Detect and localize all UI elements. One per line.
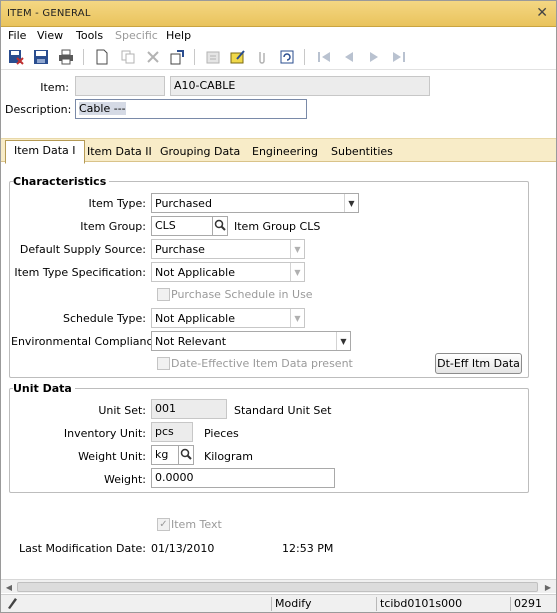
purchase-schedule-label: Purchase Schedule in Use (171, 288, 313, 301)
weight-field[interactable]: 0.0000 (151, 468, 335, 488)
item-text-checkbox: ✓ (157, 518, 170, 531)
last-modification-date: 01/13/2010 (151, 542, 215, 555)
description-field[interactable]: Cable --- (75, 99, 307, 119)
characteristics-title: Characteristics (13, 175, 110, 188)
schedule-type-label: Schedule Type: (62, 312, 146, 325)
env-compliance-value: Not Relevant (155, 335, 227, 348)
item-group-label: Item Group: (80, 220, 146, 233)
description-label: Description: (5, 103, 72, 116)
env-compliance-label: Environmental Compliance: (11, 335, 163, 348)
print-icon[interactable] (57, 48, 75, 66)
unit-set-label: Unit Set: (98, 404, 146, 417)
purchase-schedule-checkbox (157, 288, 170, 301)
tab-engineering[interactable]: Engineering (244, 143, 326, 163)
date-effective-checkbox (157, 357, 170, 370)
chevron-down-icon[interactable]: ▼ (290, 263, 304, 281)
weight-unit-description: Kilogram (204, 450, 254, 463)
search-icon (214, 219, 226, 231)
scroll-left-icon[interactable]: ◀ (3, 581, 15, 593)
type-spec-label: Item Type Specification: (14, 266, 146, 279)
schedule-type-select[interactable]: Not Applicable ▼ (151, 308, 305, 328)
unit-set-field: 001 (151, 399, 227, 419)
supply-source-select[interactable]: Purchase ▼ (151, 239, 305, 259)
scroll-right-icon[interactable]: ▶ (542, 581, 554, 593)
save-and-close-icon[interactable] (7, 48, 25, 66)
type-spec-value: Not Applicable (155, 266, 235, 279)
attachment-icon (253, 48, 271, 66)
chevron-down-icon[interactable]: ▼ (344, 194, 358, 212)
weight-unit-field[interactable]: kg (151, 445, 179, 465)
horizontal-scrollbar[interactable]: ◀ ▶ (1, 579, 556, 593)
delete-icon (144, 48, 162, 66)
refresh-icon[interactable] (278, 48, 296, 66)
menu-specific: Specific (115, 29, 158, 42)
weight-label: Weight: (103, 473, 146, 486)
item-type-value: Purchased (155, 197, 212, 210)
status-bar: Modify tcibd0101s000 0291 (1, 594, 556, 612)
item-type-select[interactable]: Purchased ▼ (151, 193, 359, 213)
save-icon[interactable] (32, 48, 50, 66)
window-title: ITEM - GENERAL (7, 8, 91, 19)
tab-strip: Item Data I Item Data II Grouping Data E… (1, 138, 556, 164)
title-bar: ITEM - GENERAL ✕ (1, 1, 556, 27)
search-icon (180, 448, 192, 460)
tab-subentities[interactable]: Subentities (323, 143, 401, 163)
previous-record-icon (340, 48, 358, 66)
menu-file[interactable]: File (8, 29, 26, 42)
last-record-icon (390, 48, 408, 66)
inventory-unit-description: Pieces (204, 427, 239, 440)
duplicate-icon (119, 48, 137, 66)
item-code-field: A10-CABLE (170, 76, 430, 96)
supply-source-label: Default Supply Source: (19, 243, 146, 256)
description-value: Cable --- (79, 102, 126, 115)
open-record-icon[interactable] (168, 48, 186, 66)
unit-set-description: Standard Unit Set (234, 404, 332, 417)
menu-bar: File View Tools Specific Help (1, 27, 556, 44)
inventory-unit-label: Inventory Unit: (63, 427, 146, 440)
weight-unit-label: Weight Unit: (78, 450, 146, 463)
item-text-label: Item Text (171, 518, 222, 531)
item-type-label: Item Type: (88, 197, 146, 210)
type-spec-select[interactable]: Not Applicable ▼ (151, 262, 305, 282)
text-manager-icon (204, 48, 222, 66)
close-icon[interactable]: ✕ (536, 5, 548, 21)
tab-grouping-data[interactable]: Grouping Data (152, 143, 248, 163)
item-group-field[interactable]: CLS (151, 216, 213, 236)
last-modification-label: Last Modification Date: (19, 542, 146, 555)
new-icon[interactable] (93, 48, 111, 66)
date-effective-label: Date-Effective Item Data present (171, 357, 353, 370)
menu-tools[interactable]: Tools (76, 29, 103, 42)
item-label: Item: (40, 81, 69, 94)
status-session: tcibd0101s000 (376, 597, 510, 611)
menu-help[interactable]: Help (166, 29, 191, 42)
last-modification-time: 12:53 PM (282, 542, 334, 555)
weight-unit-zoom-button[interactable] (178, 445, 194, 465)
text-edit-icon[interactable] (229, 48, 247, 66)
next-record-icon (365, 48, 383, 66)
schedule-type-value: Not Applicable (155, 312, 235, 325)
scrollbar-thumb[interactable] (17, 582, 538, 592)
tab-item-data-i[interactable]: Item Data I (5, 140, 85, 164)
status-company: 0291 (510, 597, 554, 611)
menu-view[interactable]: View (37, 29, 63, 42)
first-record-icon (315, 48, 333, 66)
item-group-description: Item Group CLS (234, 220, 321, 233)
inventory-unit-field: pcs (151, 422, 193, 442)
status-mode: Modify (271, 597, 376, 611)
item-general-window: ITEM - GENERAL ✕ File View Tools Specifi… (0, 0, 557, 613)
unit-data-title: Unit Data (13, 382, 75, 395)
edit-pencil-icon (6, 596, 18, 613)
item-group-zoom-button[interactable] (212, 216, 228, 236)
tab-item-data-ii[interactable]: Item Data II (79, 143, 160, 163)
item-prefix-field (75, 76, 165, 96)
env-compliance-select[interactable]: Not Relevant ▼ (151, 331, 351, 351)
checkmark-icon: ✓ (159, 519, 168, 530)
chevron-down-icon[interactable]: ▼ (290, 240, 304, 258)
toolbar (1, 44, 556, 70)
chevron-down-icon[interactable]: ▼ (290, 309, 304, 327)
supply-source-value: Purchase (155, 243, 205, 256)
dt-eff-item-data-button[interactable]: Dt-Eff Itm Data (435, 353, 522, 374)
chevron-down-icon[interactable]: ▼ (336, 332, 350, 350)
